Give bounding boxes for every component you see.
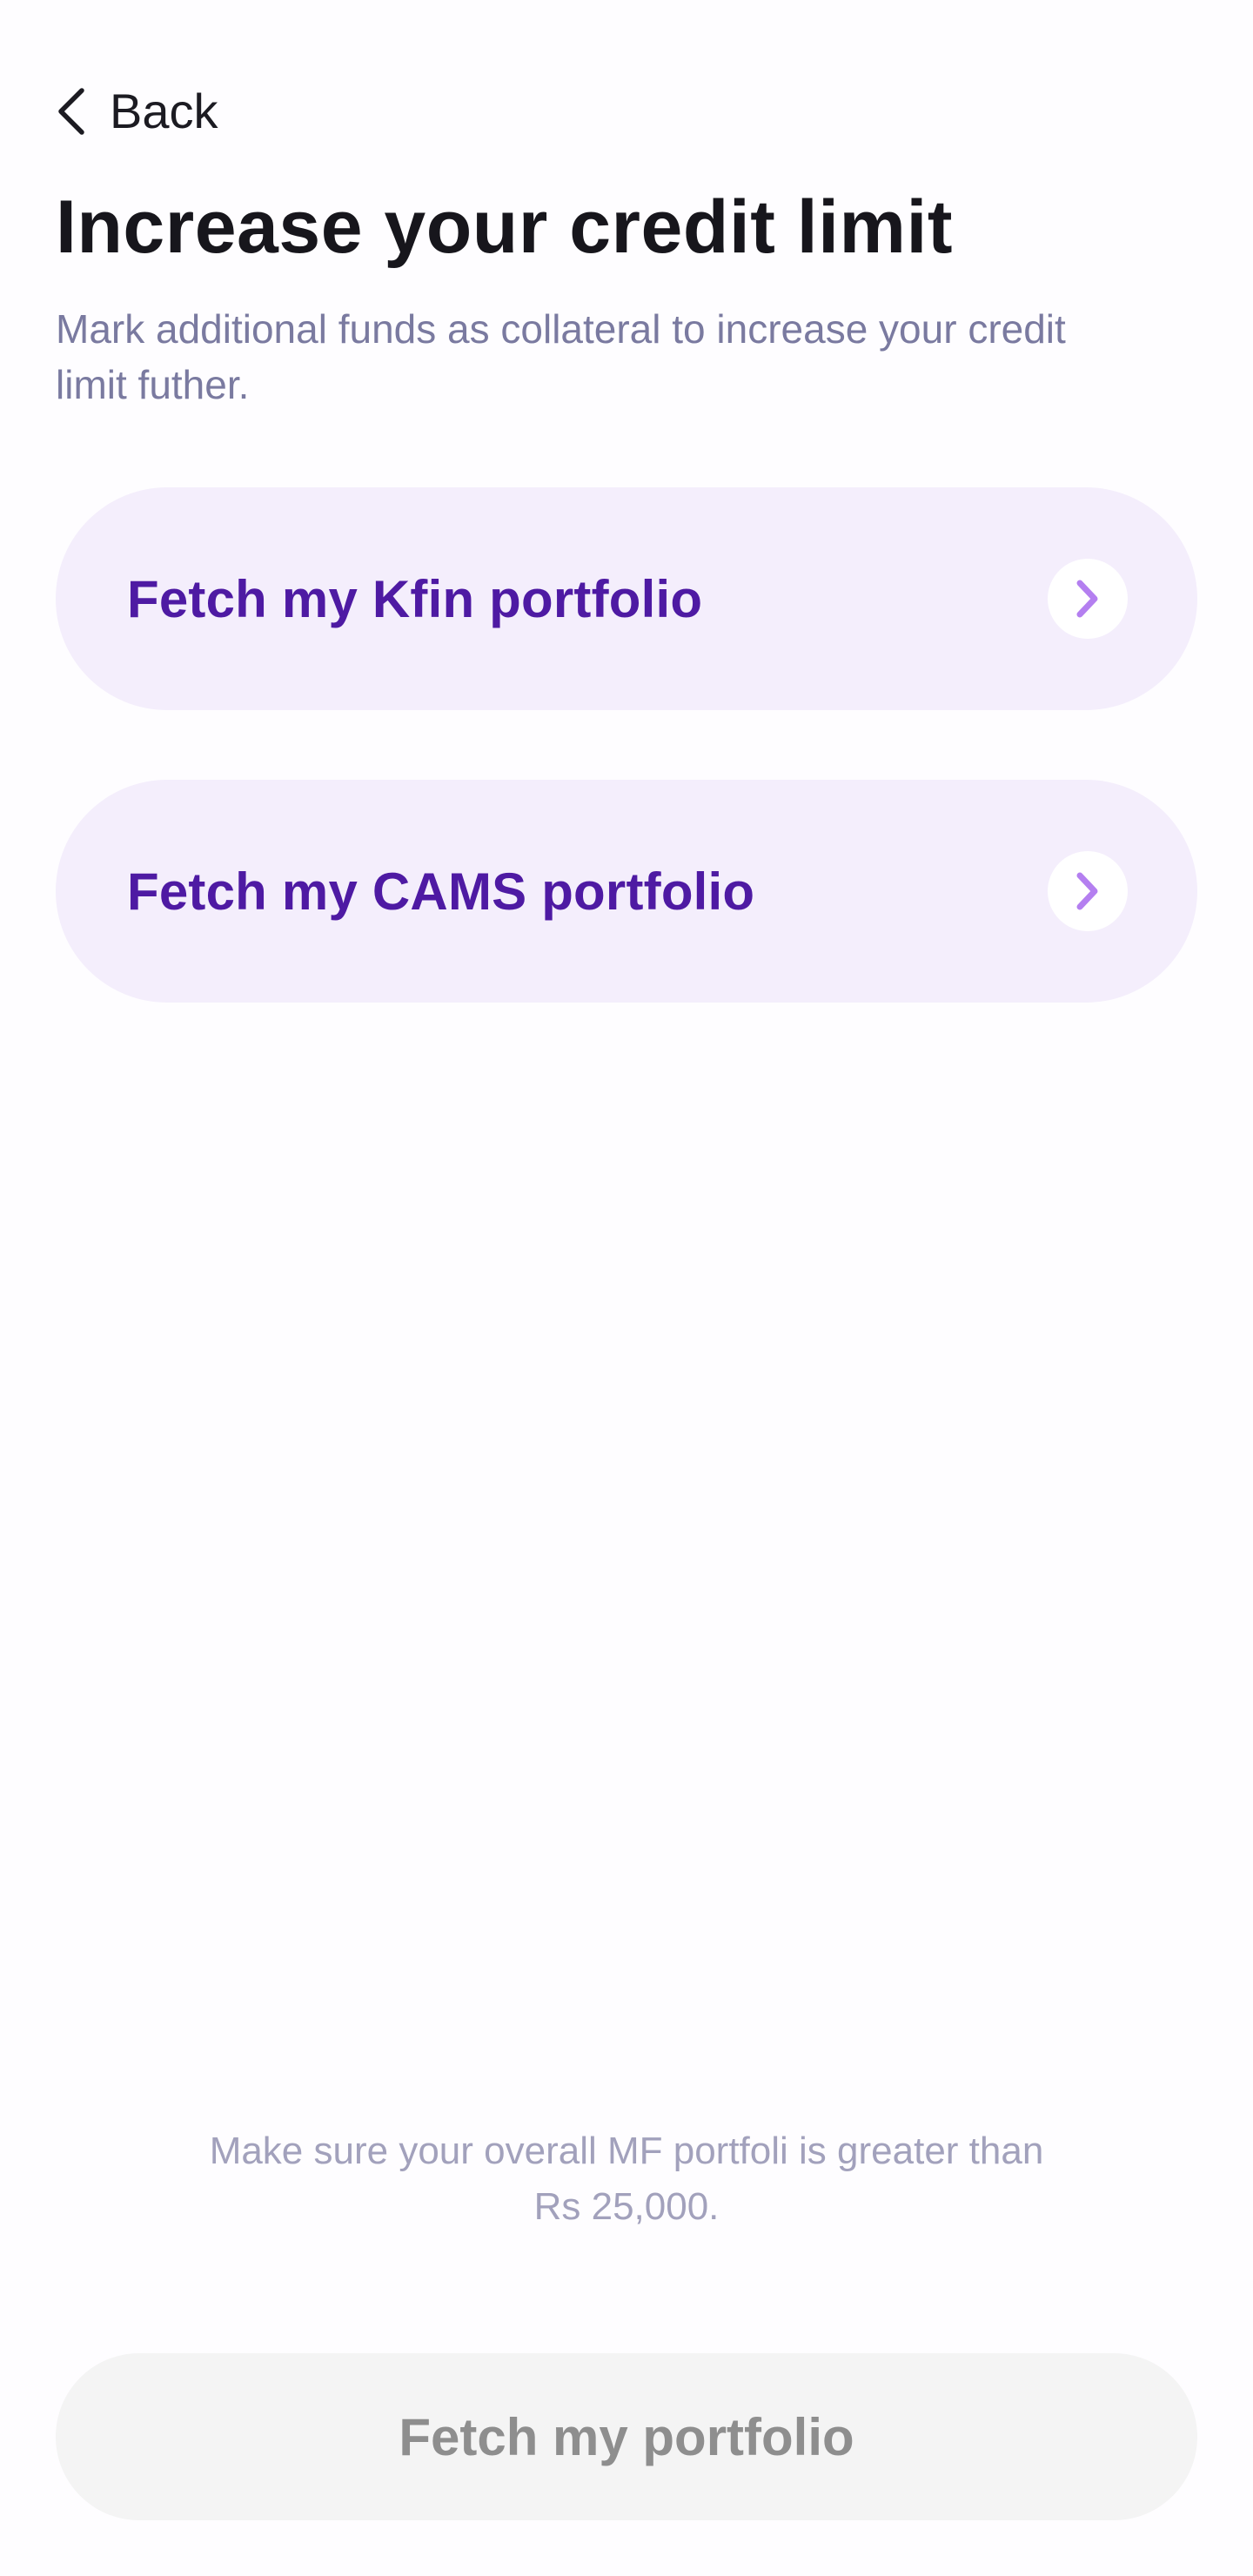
page-subtitle: Mark additional funds as collateral to i… [56, 306, 1066, 407]
chevron-right-icon [1048, 559, 1128, 639]
chevron-right-icon [1048, 851, 1128, 931]
back-button[interactable]: Back [56, 77, 218, 146]
chevron-left-icon [56, 87, 87, 136]
option-label-kfin: Fetch my Kfin portfolio [127, 569, 703, 628]
fetch-portfolio-button[interactable]: Fetch my portfolio [56, 2353, 1197, 2520]
back-label: Back [110, 84, 218, 138]
page-title: Increase your credit limit [56, 185, 954, 269]
portfolio-minimum-note: Make sure your overall MF portfoli is gr… [209, 2130, 1044, 2228]
fetch-kfin-portfolio-button[interactable]: Fetch my Kfin portfolio [56, 487, 1197, 710]
option-label-cams: Fetch my CAMS portfolio [127, 862, 755, 921]
fetch-cams-portfolio-button[interactable]: Fetch my CAMS portfolio [56, 780, 1197, 1003]
